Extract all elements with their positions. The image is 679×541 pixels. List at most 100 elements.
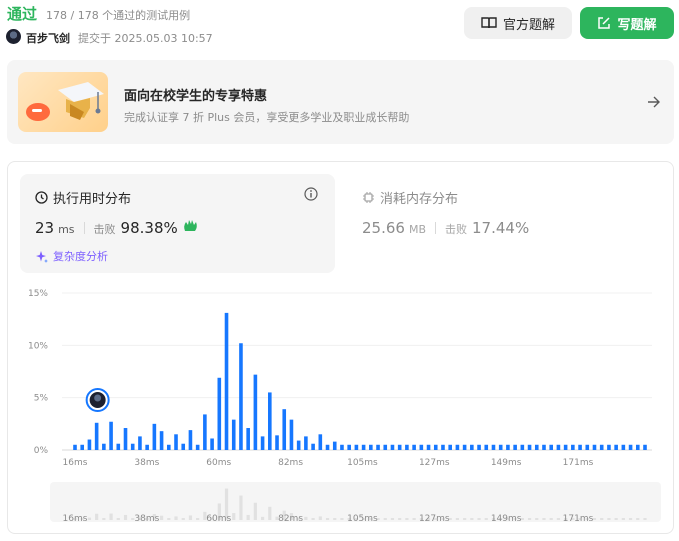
x-tick-label: 127ms bbox=[419, 458, 450, 468]
brush-bar bbox=[527, 518, 532, 520]
histogram-bar bbox=[614, 444, 618, 450]
histogram-bar bbox=[412, 444, 416, 450]
brush-bar bbox=[253, 502, 257, 520]
histogram-bar bbox=[549, 444, 554, 450]
histogram-bar bbox=[289, 419, 294, 450]
brush-label: 38ms bbox=[134, 514, 159, 524]
histogram-bar bbox=[534, 444, 539, 450]
brush-bar bbox=[340, 518, 344, 520]
histogram-bar bbox=[224, 312, 229, 450]
brush-bar bbox=[600, 518, 604, 520]
histogram-bar bbox=[592, 444, 597, 450]
histogram-bar bbox=[419, 444, 424, 450]
histogram-bar bbox=[571, 444, 575, 450]
brush-bar bbox=[542, 518, 546, 520]
brush-bar bbox=[167, 518, 171, 520]
histogram-bar bbox=[325, 444, 330, 450]
brush-bar bbox=[232, 513, 236, 520]
brush-bar bbox=[383, 518, 387, 520]
histogram-bar bbox=[599, 444, 604, 450]
y-tick-label: 10% bbox=[28, 341, 48, 351]
histogram-bar bbox=[621, 444, 626, 450]
brush-bar bbox=[477, 518, 481, 520]
histogram-bar bbox=[361, 444, 366, 450]
brush-bar bbox=[549, 518, 553, 520]
histogram-bar bbox=[369, 444, 373, 450]
histogram-bar bbox=[462, 444, 467, 450]
histogram-bar bbox=[628, 444, 633, 450]
brush-bar bbox=[636, 518, 640, 520]
brush-bar bbox=[325, 518, 330, 520]
brush-bar bbox=[196, 518, 200, 520]
brush-bar bbox=[102, 518, 106, 520]
histogram-bar bbox=[231, 419, 236, 450]
histogram-bar bbox=[520, 444, 525, 450]
brush-label: 16ms bbox=[63, 514, 88, 524]
histogram-bar bbox=[563, 444, 568, 450]
histogram-bar bbox=[311, 443, 315, 450]
histogram-bar bbox=[296, 440, 301, 450]
histogram-bar bbox=[195, 444, 200, 450]
histogram-bar bbox=[383, 444, 388, 450]
histogram-bar bbox=[332, 441, 337, 450]
histogram-bar bbox=[102, 443, 106, 450]
histogram-bar bbox=[513, 444, 517, 450]
brush-bar bbox=[239, 495, 243, 520]
histogram-bar bbox=[282, 409, 287, 450]
histogram-bar bbox=[260, 436, 265, 450]
histogram-bar bbox=[635, 444, 640, 450]
brush-bar bbox=[556, 518, 561, 520]
brush-bar bbox=[628, 518, 633, 520]
brush-bar bbox=[643, 518, 647, 520]
histogram-bar bbox=[498, 444, 503, 450]
histogram-bar bbox=[217, 377, 222, 450]
brush-bar bbox=[181, 518, 185, 520]
histogram-bar bbox=[73, 444, 77, 450]
brush-bar bbox=[246, 514, 250, 520]
histogram-bar bbox=[174, 434, 178, 450]
histogram-bar bbox=[484, 444, 489, 450]
brush-bar bbox=[398, 518, 402, 520]
brush-bar bbox=[607, 518, 611, 520]
brush-bar bbox=[333, 518, 337, 520]
brush-bar bbox=[614, 518, 618, 520]
brush-bar bbox=[592, 518, 597, 520]
histogram-bar bbox=[390, 444, 395, 450]
histogram-bar bbox=[405, 444, 409, 450]
y-tick-label: 15% bbox=[28, 289, 48, 299]
brush-bar bbox=[470, 518, 474, 520]
brush-label: 60ms bbox=[206, 514, 231, 524]
histogram-bar bbox=[87, 439, 92, 450]
histogram-bar bbox=[542, 444, 546, 450]
user-position-marker bbox=[85, 388, 110, 412]
brush-label: 127ms bbox=[419, 514, 450, 524]
brush-bar bbox=[87, 517, 92, 520]
x-tick-label: 82ms bbox=[278, 458, 303, 468]
brush-bar bbox=[95, 513, 99, 520]
brush-bar bbox=[116, 518, 120, 520]
histogram-bar bbox=[116, 443, 121, 450]
brush-bar bbox=[260, 516, 265, 520]
brush-bar bbox=[311, 518, 315, 520]
brush-bar bbox=[304, 516, 308, 520]
histogram-bar bbox=[130, 443, 135, 450]
brush-label: 171ms bbox=[563, 514, 594, 524]
histogram-bar bbox=[426, 444, 431, 450]
histogram-bar bbox=[253, 374, 258, 450]
histogram-bar bbox=[376, 444, 380, 450]
histogram-bar bbox=[268, 392, 272, 450]
brush-bar bbox=[463, 518, 467, 520]
brush-bar bbox=[405, 518, 409, 520]
histogram-bar bbox=[239, 343, 243, 450]
histogram-bar bbox=[433, 444, 438, 450]
runtime-distribution-chart[interactable]: 15% 10% 5% 0% 16ms 38ms 60ms 82ms 105ms 127ms 149m… bbox=[0, 0, 679, 541]
brush-bar bbox=[412, 518, 416, 520]
histogram-bar bbox=[304, 436, 308, 450]
histogram-bar bbox=[166, 444, 171, 450]
x-tick-label: 171ms bbox=[563, 458, 594, 468]
brush-bar bbox=[621, 518, 625, 520]
histogram-bar bbox=[181, 443, 186, 450]
brush-bar bbox=[484, 518, 488, 520]
brush-bar bbox=[123, 514, 128, 520]
histogram-bar bbox=[210, 438, 214, 450]
